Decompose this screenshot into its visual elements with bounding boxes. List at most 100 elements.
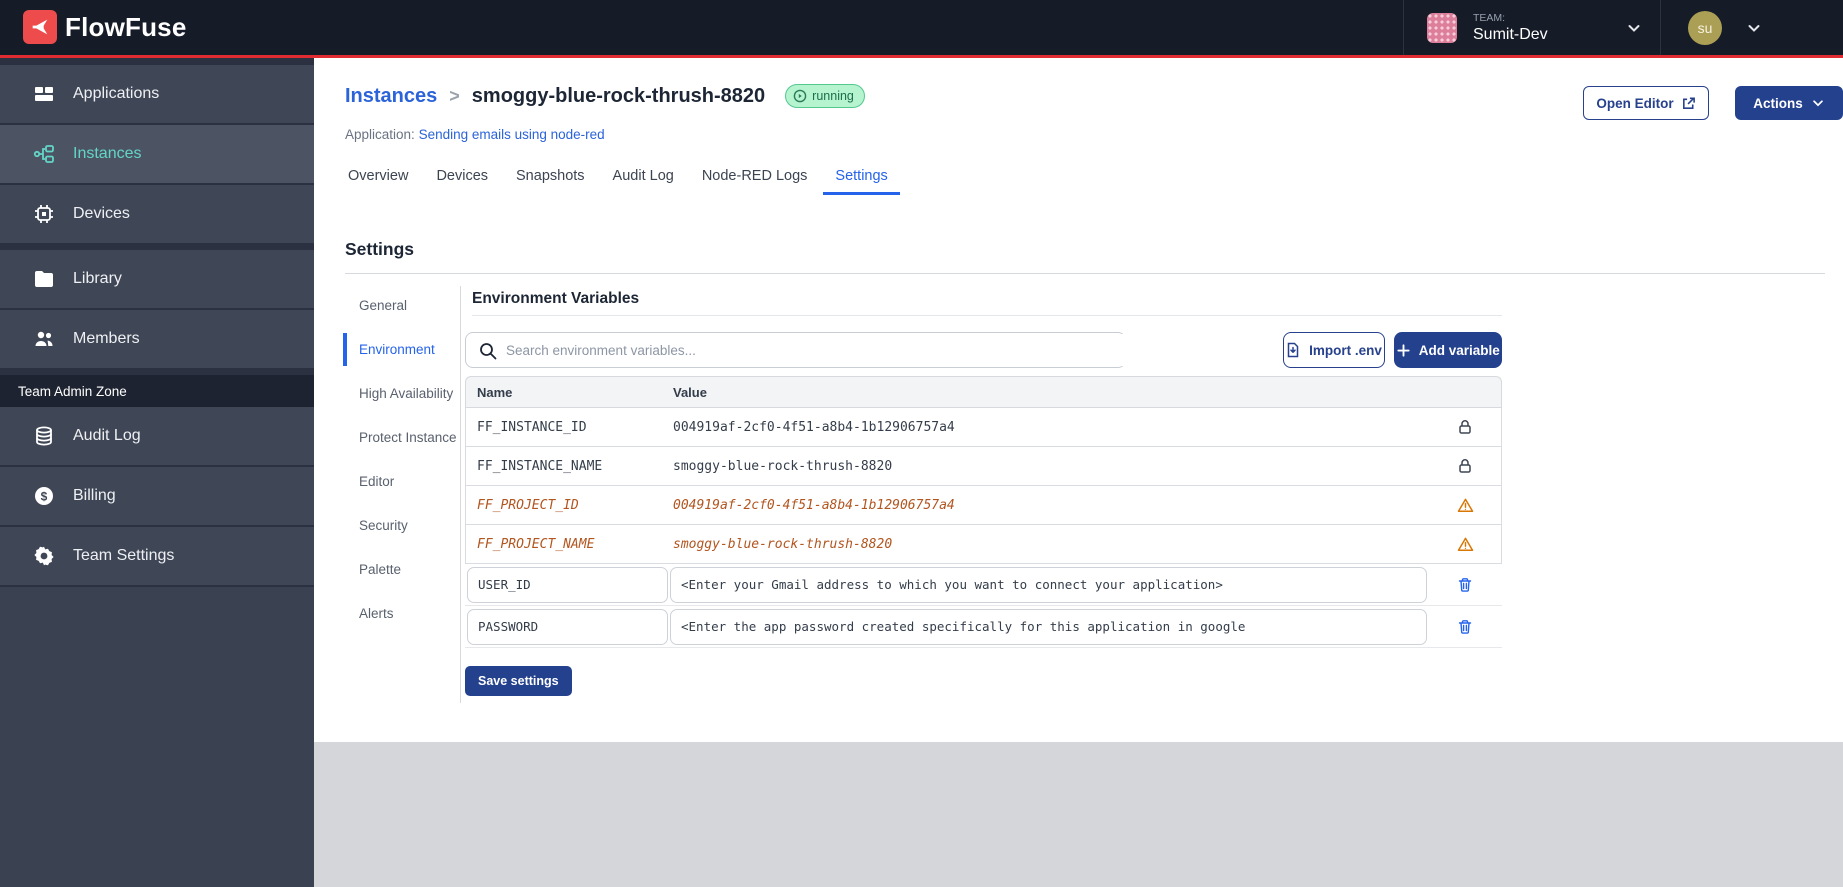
env-var-name: FF_INSTANCE_NAME [477,458,603,474]
subnav-general[interactable]: General [359,298,461,314]
team-label: TEAM: [1473,11,1506,24]
table-row: FF_INSTANCE_NAME smoggy-blue-rock-thrush… [465,447,1502,486]
env-var-name: FF_INSTANCE_ID [477,419,587,435]
breadcrumb-separator: > [449,85,460,106]
play-circle-icon [793,89,807,103]
application-label: Application: [345,127,415,142]
open-editor-label: Open Editor [1596,95,1674,111]
tab-snapshots[interactable]: Snapshots [504,161,597,195]
flowfuse-logo-icon [23,10,57,44]
lock-icon [1457,458,1473,474]
main-content: Instances > smoggy-blue-rock-thrush-8820… [314,58,1843,887]
applications-icon [33,83,55,105]
sidebar-item-team-settings[interactable]: Team Settings [0,527,314,585]
env-var-name: FF_PROJECT_NAME [477,536,595,552]
import-file-icon [1287,342,1299,358]
tab-devices[interactable]: Devices [424,161,500,195]
instance-name: smoggy-blue-rock-thrush-8820 [471,84,766,107]
tab-overview[interactable]: Overview [336,161,420,195]
env-var-value-input[interactable] [670,566,1427,603]
open-editor-button[interactable]: Open Editor [1583,86,1709,120]
sidebar-item-billing[interactable]: $ Billing [0,467,314,525]
chip-icon [33,203,55,225]
sidebar-item-label: Members [73,330,140,347]
instances-icon [33,143,55,165]
actions-button[interactable]: Actions [1735,86,1843,120]
env-toolbar: Import .env Add variable [465,332,1502,368]
sidebar-item-label: Team Settings [73,547,175,564]
subnav-editor[interactable]: Editor [359,474,461,490]
breadcrumb-instances-link[interactable]: Instances [345,85,437,108]
team-avatar [1427,12,1457,43]
page-title: Settings [345,239,415,259]
subnav-palette[interactable]: Palette [359,562,461,578]
search-input[interactable] [506,334,1226,366]
env-var-value-input[interactable] [670,608,1427,645]
trash-icon[interactable] [1457,619,1473,635]
sidebar-item-label: Billing [73,487,116,504]
sidebar-item-applications[interactable]: Applications [0,65,314,123]
tab-settings[interactable]: Settings [823,161,900,195]
brand-name: FlowFuse [65,11,187,42]
tab-audit-log[interactable]: Audit Log [601,161,686,195]
team-name: Sumit-Dev [1473,25,1548,43]
status-badge-label: running [812,89,854,103]
column-header-value: Value [673,384,707,400]
sidebar-item-devices[interactable]: Devices [0,185,314,243]
subnav-protect-instance[interactable]: Protect Instance [359,430,461,446]
sidebar-item-label: Instances [73,145,142,162]
subnav-high-availability[interactable]: High Availability [359,386,461,402]
chevron-down-icon [1746,20,1762,36]
sidebar-item-instances[interactable]: Instances [0,125,314,183]
lock-icon [1457,419,1473,435]
plus-icon [1397,343,1410,357]
search-box [465,332,1226,368]
subnav-environment[interactable]: Environment [343,333,461,366]
env-var-value: 004919af-2cf0-4f51-a8b4-1b12906757a4 [673,419,955,435]
chevron-down-icon [1626,20,1642,36]
instance-tabs: Overview Devices Snapshots Audit Log Nod… [336,161,900,195]
flowfuse-app: FlowFuse TEAM: Sumit-Dev su Applications… [0,0,1843,887]
folder-icon [33,268,55,290]
svg-text:$: $ [41,490,48,504]
trash-icon[interactable] [1457,577,1473,593]
sidebar-item-audit-log[interactable]: Audit Log [0,407,314,465]
save-settings-button[interactable]: Save settings [465,666,572,696]
status-badge: running [785,84,865,108]
column-header-name: Name [477,384,513,400]
add-variable-button[interactable]: Add variable [1393,332,1502,368]
sidebar-empty-area [0,587,314,887]
dollar-icon: $ [33,485,55,507]
divider [460,286,461,703]
subnav-alerts[interactable]: Alerts [359,606,461,622]
env-variables-table: Name Value FF_INSTANCE_ID 004919af-2cf0-… [465,376,1502,648]
chevron-down-icon [1812,100,1823,107]
sidebar-item-label: Applications [73,85,160,102]
env-var-name-input[interactable] [467,566,668,603]
env-var-value: smoggy-blue-rock-thrush-8820 [673,536,893,552]
gear-icon [33,545,55,567]
tab-nodered-logs[interactable]: Node-RED Logs [690,161,820,195]
actions-label: Actions [1753,95,1803,111]
table-header: Name Value [465,376,1502,408]
team-selector[interactable]: TEAM: Sumit-Dev [1404,0,1660,55]
page-footer-area [314,742,1843,887]
application-line: Application: Sending emails using node-r… [345,127,605,142]
user-menu[interactable]: su [1660,0,1843,55]
subnav-security[interactable]: Security [359,518,461,534]
env-var-value: smoggy-blue-rock-thrush-8820 [673,458,893,474]
sidebar-item-members[interactable]: Members [0,310,314,368]
warning-icon [1457,497,1474,514]
table-row-editable [465,564,1502,606]
brand[interactable]: FlowFuse [23,10,187,44]
env-var-name-input[interactable] [467,608,668,645]
application-link[interactable]: Sending emails using node-red [419,127,605,142]
import-env-button[interactable]: Import .env [1282,332,1385,368]
search-icon [480,343,497,360]
top-navbar: FlowFuse TEAM: Sumit-Dev su [0,0,1843,55]
database-icon [33,425,55,447]
table-row: FF_INSTANCE_ID 004919af-2cf0-4f51-a8b4-1… [465,408,1502,447]
env-var-name: FF_PROJECT_ID [477,497,579,513]
sidebar-item-library[interactable]: Library [0,250,314,308]
divider [345,273,1825,274]
